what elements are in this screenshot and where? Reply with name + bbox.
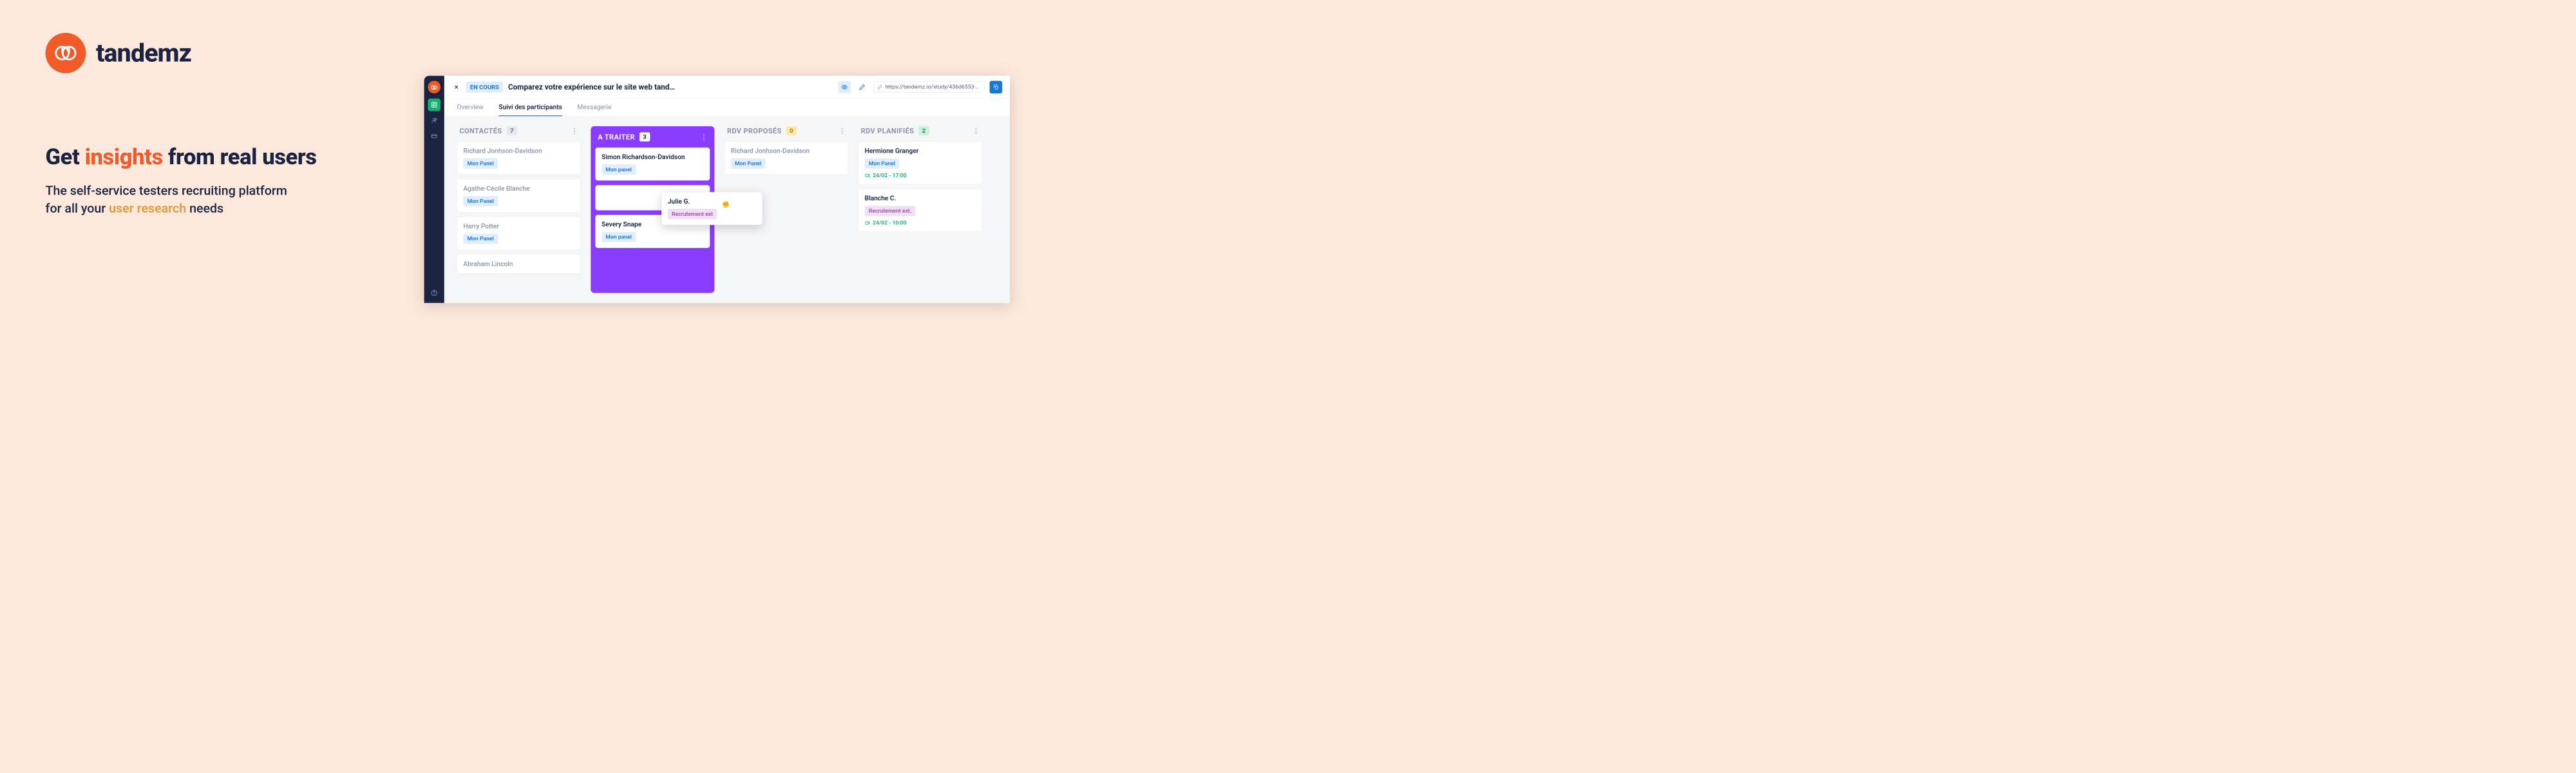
column-contacted: CONTACTÉS 7 ⋮ Richard Jonhson-Davidson M… bbox=[457, 126, 581, 293]
app-screenshot: EN COURS Comparez votre expérience sur l… bbox=[424, 76, 1010, 303]
participant-name: Simon Richardson-Davidson bbox=[601, 153, 703, 161]
video-icon bbox=[865, 220, 871, 226]
panel-tag: Recrutement ext. bbox=[865, 205, 916, 216]
brand-name: tandemz bbox=[96, 38, 191, 68]
column-menu[interactable]: ⋮ bbox=[838, 127, 846, 135]
column-menu[interactable]: ⋮ bbox=[700, 133, 707, 141]
column-count: 7 bbox=[507, 126, 517, 135]
tandemz-mini-icon bbox=[431, 84, 438, 91]
url-box: https://tandemz.io/study/436d6553-21… bbox=[873, 81, 984, 93]
participant-card[interactable]: Richard Jonhson-Davidson Mon Panel bbox=[457, 142, 581, 175]
column-count: 2 bbox=[918, 126, 929, 135]
main-area: EN COURS Comparez votre expérience sur l… bbox=[444, 76, 1010, 303]
participant-card[interactable]: Blanche C. Recrutement ext. 24/02 - 10:0… bbox=[858, 189, 982, 232]
participant-name: Julie G. bbox=[668, 198, 756, 205]
participant-card[interactable]: Hermione Granger Mon Panel 24/02 - 17:00 bbox=[858, 142, 982, 185]
participant-name: Abraham Lincoln bbox=[463, 260, 574, 268]
appointment-date: 24/02 - 17:00 bbox=[865, 172, 976, 178]
column-count: 3 bbox=[639, 132, 650, 141]
participant-name: Richard Jonhson-Davidson bbox=[463, 148, 574, 155]
column-title: A TRAITER bbox=[598, 133, 635, 141]
kanban-board: CONTACTÉS 7 ⋮ Richard Jonhson-Davidson M… bbox=[444, 116, 1010, 303]
participant-name: Blanche C. bbox=[865, 195, 976, 202]
close-icon bbox=[454, 84, 459, 90]
logo-row: tandemz bbox=[46, 33, 379, 73]
column-title: RDV PLANIFIÉS bbox=[861, 127, 914, 135]
participant-card[interactable]: Simon Richardson-Davidson Mon panel bbox=[595, 148, 710, 180]
help-icon bbox=[431, 290, 437, 296]
tab-overview[interactable]: Overview bbox=[457, 99, 484, 116]
panel-tag: Mon Panel bbox=[865, 158, 900, 169]
edit-icon bbox=[859, 84, 866, 90]
url-text: https://tandemz.io/study/436d6553-21… bbox=[886, 84, 981, 90]
sidebar-logo[interactable] bbox=[428, 81, 440, 93]
subheadline: The self-service testers recruiting plat… bbox=[46, 182, 379, 218]
video-icon bbox=[865, 173, 871, 178]
brand-logo bbox=[46, 33, 86, 73]
participant-card[interactable]: Harry Potter Mon Panel bbox=[457, 216, 581, 249]
participant-name: Hermione Granger bbox=[865, 148, 976, 155]
tab-participants[interactable]: Suivi des participants bbox=[498, 99, 562, 116]
participant-name: Agathe-Cécile Blanche bbox=[463, 185, 574, 193]
users-icon bbox=[431, 117, 437, 124]
grid-icon bbox=[431, 102, 437, 108]
eye-icon bbox=[841, 84, 848, 90]
panel-tag: Mon Panel bbox=[463, 196, 498, 206]
sidebar bbox=[424, 76, 444, 303]
panel-tag: Mon Panel bbox=[463, 234, 498, 244]
page-title: Comparez votre expérience sur le site we… bbox=[508, 82, 833, 91]
panel-tag: Mon Panel bbox=[731, 158, 766, 169]
marketing-panel: tandemz Get insights from real users The… bbox=[0, 0, 424, 303]
panel-tag: Mon panel bbox=[601, 164, 636, 175]
tandemz-logo-icon bbox=[54, 42, 77, 64]
appointment-date: 24/02 - 10:00 bbox=[865, 220, 976, 226]
close-button[interactable] bbox=[452, 82, 461, 91]
column-planned: RDV PLANIFIÉS 2 ⋮ Hermione Granger Mon P… bbox=[858, 126, 982, 293]
link-icon bbox=[878, 84, 882, 90]
status-badge: EN COURS bbox=[466, 81, 503, 92]
card-icon bbox=[431, 133, 437, 139]
column-menu[interactable]: ⋮ bbox=[571, 127, 578, 135]
participant-card[interactable]: Richard Jonhson-Davidson Mon Panel bbox=[724, 142, 848, 175]
participant-name: Harry Potter bbox=[463, 222, 574, 230]
tabs: Overview Suivi des participants Messager… bbox=[444, 99, 1010, 116]
column-title: RDV PROPOSÉS bbox=[727, 127, 782, 135]
headline: Get insights from real users bbox=[46, 144, 379, 169]
participant-card[interactable]: Agathe-Cécile Blanche Mon Panel bbox=[457, 179, 581, 212]
sidebar-item-people[interactable] bbox=[428, 114, 440, 127]
copy-button[interactable] bbox=[990, 81, 1003, 93]
sidebar-help[interactable] bbox=[428, 287, 440, 300]
grab-cursor-icon: ✊ bbox=[722, 201, 730, 208]
copy-icon bbox=[993, 84, 999, 90]
column-title: CONTACTÉS bbox=[459, 127, 502, 135]
column-count: 0 bbox=[786, 126, 797, 135]
column-menu[interactable]: ⋮ bbox=[972, 127, 980, 135]
panel-tag: Recrutement ext bbox=[668, 209, 717, 219]
panel-tag: Mon Panel bbox=[463, 158, 498, 169]
panel-tag: Mon panel bbox=[601, 232, 636, 242]
topbar: EN COURS Comparez votre expérience sur l… bbox=[444, 76, 1010, 99]
sidebar-item-dashboard[interactable] bbox=[428, 99, 440, 111]
participant-card[interactable]: Abraham Lincoln bbox=[457, 254, 581, 274]
participant-name: Richard Jonhson-Davidson bbox=[731, 148, 842, 155]
edit-button[interactable] bbox=[856, 81, 869, 93]
tab-messaging[interactable]: Messagerie bbox=[577, 99, 611, 116]
sidebar-item-billing[interactable] bbox=[428, 129, 440, 142]
preview-button[interactable] bbox=[838, 81, 851, 93]
dragging-card[interactable]: Julie G. Recrutement ext bbox=[661, 192, 762, 225]
